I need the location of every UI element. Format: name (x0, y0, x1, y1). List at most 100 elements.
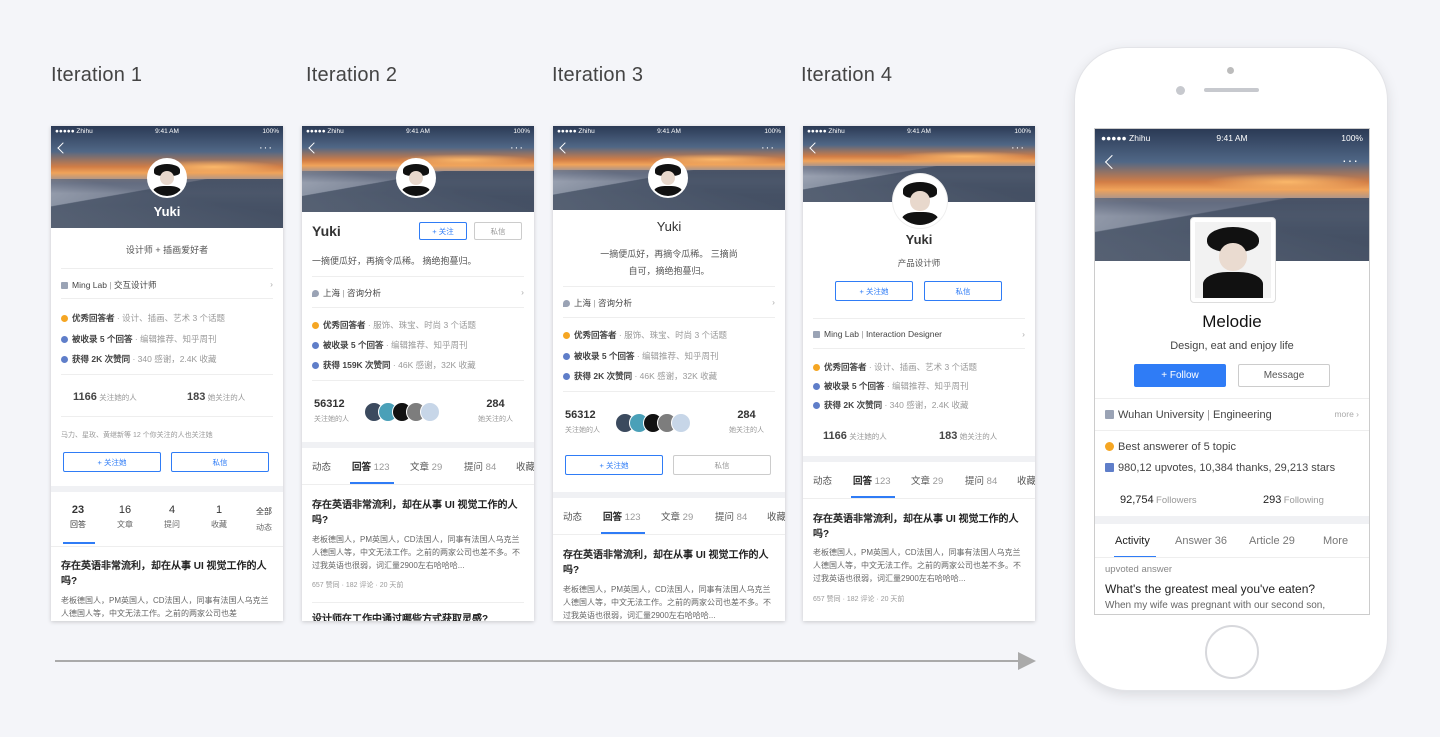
tab-questions[interactable]: 提问 84 (464, 459, 496, 473)
follower-avatars[interactable] (615, 413, 707, 433)
message-button[interactable]: 私信 (171, 452, 269, 472)
company-row[interactable]: Ming Lab | Interaction Designer › (813, 329, 1025, 339)
avatar[interactable] (396, 158, 436, 198)
answer-excerpt[interactable]: 老板德国人，PM英国人，CD法国人，同事有法国人乌克兰人德国人等，中文无法工作。… (563, 583, 775, 621)
badge-collected[interactable]: 被收录 5 个回答 · 编辑推荐、知乎周刊 (813, 380, 1025, 392)
feed-type-label: upvoted answer (1105, 564, 1173, 575)
tab-answers[interactable]: 回答 123 (853, 473, 891, 487)
tab-questions[interactable]: 提问 84 (965, 473, 997, 487)
avatar[interactable] (1190, 217, 1276, 303)
answer-excerpt[interactable]: 老板德国人，PM英国人，CD法国人，同事有法国人乌克兰人德国人等，中文无法工作。… (813, 546, 1025, 585)
badge-answerer[interactable]: 优秀回答者 · 服饰、珠宝、时尚 3 个话题 (563, 329, 775, 341)
stat-answers[interactable]: 23 回答 (61, 504, 95, 530)
tab-articles[interactable]: 文章 29 (911, 473, 943, 487)
answer-excerpt[interactable]: 老板德国人，PM英国人，CD法国人，同事有法国人乌克兰人德国人等，中文无法工作。… (312, 533, 524, 572)
following-count[interactable]: 183 她关注的人 (939, 430, 1029, 442)
tab-activity[interactable]: Activity (1115, 535, 1150, 547)
badge-upvotes[interactable]: 获得 2K 次赞同 · 340 感谢，2.4K 收藏 (813, 399, 1025, 411)
location-row[interactable]: 上海 | 咨询分析 › (563, 297, 775, 309)
tab-answers[interactable]: 回答 123 (603, 509, 641, 523)
message-button[interactable]: 私信 (673, 455, 771, 475)
message-button[interactable]: 私信 (924, 281, 1002, 301)
more-icon[interactable]: ··· (761, 143, 775, 154)
tab-answers[interactable]: 回答 123 (352, 459, 390, 473)
badge-answerer[interactable]: Best answerer of 5 topic (1105, 441, 1359, 453)
more-icon[interactable]: ··· (510, 143, 524, 154)
profile-tabs: 动态 回答 123 文章 29 提问 84 收藏 (553, 498, 785, 534)
followers-count[interactable]: 56312 关注她的人 (565, 409, 600, 435)
badge-upvotes[interactable]: 获得 2K 次赞同 · 46K 感谢，32K 收藏 (563, 370, 775, 382)
followers-count[interactable]: 1166 关注她的人 (823, 430, 913, 442)
stat-questions[interactable]: 4 提问 (155, 504, 189, 530)
stat-articles[interactable]: 16 文章 (108, 504, 142, 530)
avatar[interactable] (147, 158, 187, 198)
company-row[interactable]: Ming Lab | 交互设计师 › (61, 279, 273, 291)
tab-articles[interactable]: 文章 29 (410, 459, 442, 473)
tab-collections[interactable]: 收藏 (1017, 473, 1035, 487)
location-row[interactable]: 上海 | 咨询分析 › (312, 287, 524, 299)
more-icon[interactable]: ··· (1011, 143, 1025, 154)
profile-bio: 设计师 + 插画爱好者 (125, 245, 209, 255)
answer-meta: 657 赞同 · 182 评论 · 20 天前 (813, 596, 905, 603)
answer-title[interactable]: 存在英语非常流利，却在从事 UI 视觉工作的人吗? (312, 498, 524, 528)
badge-answerer[interactable]: 优秀回答者 · 服饰、珠宝、时尚 3 个话题 (312, 319, 524, 331)
followers-count[interactable]: 92,754 Followers (1120, 494, 1230, 506)
following-count[interactable]: 293 Following (1263, 494, 1363, 506)
more-icon[interactable]: ··· (259, 143, 273, 154)
status-bar: ●●●●● Zhihu 9:41 AM 100% (306, 128, 530, 135)
badge-collected[interactable]: 被收录 5 个回答 · 编辑推荐、知乎周刊 (312, 339, 524, 351)
tab-more[interactable]: More (1323, 535, 1348, 547)
arrow-head-icon (1018, 652, 1036, 670)
answer-title[interactable]: 存在英语非常流利，却在从事 UI 视觉工作的人吗? (61, 559, 273, 589)
badge-answerer[interactable]: 优秀回答者 · 设计、插画、艺术 3 个话题 (61, 312, 273, 324)
tab-article[interactable]: Article 29 (1249, 535, 1295, 547)
stat-collections[interactable]: 1 收藏 (202, 504, 236, 530)
badge-upvotes[interactable]: 980,12 upvotes, 10,384 thanks, 29,213 st… (1105, 462, 1359, 474)
follow-button[interactable]: + Follow (1134, 364, 1226, 387)
location-pin-icon (563, 300, 570, 307)
followers-count[interactable]: 56312 关注她的人 (314, 398, 349, 424)
following-count[interactable]: 183 她关注的人 (187, 391, 277, 403)
iteration-1-title: Iteration 1 (51, 64, 143, 86)
badge-collected[interactable]: 被收录 5 个回答 · 编辑推荐、知乎周刊 (61, 333, 273, 345)
followers-count[interactable]: 1166 关注她的人 (73, 391, 163, 403)
status-bar: ●●●●● Zhihu 9:41 AM 100% (1101, 133, 1363, 143)
avatar[interactable] (648, 158, 688, 198)
home-button[interactable] (1205, 625, 1259, 679)
tab-questions[interactable]: 提问 84 (715, 509, 747, 523)
following-count[interactable]: 284 她关注的人 (729, 409, 764, 435)
follower-avatars[interactable] (364, 402, 456, 422)
badge-upvotes[interactable]: 获得 159K 次赞同 · 46K 感谢，32K 收藏 (312, 359, 524, 371)
stat-all-activity[interactable]: 全部 动态 (247, 506, 281, 533)
follow-button[interactable]: + 关注她 (63, 452, 161, 472)
follow-button[interactable]: + 关注她 (565, 455, 663, 475)
star-icon (61, 336, 68, 343)
feed-excerpt[interactable]: When my wife was pregnant with our secon… (1105, 600, 1359, 611)
tab-activity[interactable]: 动态 (813, 473, 832, 487)
following-count[interactable]: 284 她关注的人 (478, 398, 513, 424)
follow-button[interactable]: + 关注她 (835, 281, 913, 301)
answer-title[interactable]: 存在英语非常流利，却在从事 UI 视觉工作的人吗? (563, 548, 775, 578)
tab-answer[interactable]: Answer 36 (1175, 535, 1227, 547)
answer-title-2[interactable]: 设计师在工作中通过哪些方式获取灵感? (312, 612, 524, 621)
tab-collections[interactable]: 收藏 (516, 459, 534, 473)
tab-activity[interactable]: 动态 (312, 459, 331, 473)
education-row[interactable]: Wuhan University | Engineering more › (1105, 409, 1359, 421)
badge-collected[interactable]: 被收录 5 个回答 · 编辑推荐、知乎周刊 (563, 350, 775, 362)
tab-articles[interactable]: 文章 29 (661, 509, 693, 523)
answer-excerpt[interactable]: 老板德国人，PM英国人，CD法国人，同事有法国人乌克兰人德国人等，中文无法工作。… (61, 594, 273, 620)
tab-collections[interactable]: 收藏 (767, 509, 785, 523)
follow-button[interactable]: + 关注 (419, 222, 467, 240)
tab-activity[interactable]: 动态 (563, 509, 582, 523)
avatar[interactable] (893, 174, 947, 228)
feed-title[interactable]: What's the greatest meal you've eaten? (1105, 582, 1359, 596)
badge-upvotes[interactable]: 获得 2K 次赞同 · 340 感谢，2.4K 收藏 (61, 353, 273, 365)
more-icon[interactable]: ··· (1342, 153, 1359, 167)
medal-icon (1105, 442, 1114, 451)
profile-bio: 产品设计师 (897, 258, 941, 268)
message-button[interactable]: Message (1238, 364, 1330, 387)
message-button[interactable]: 私信 (474, 222, 522, 240)
badge-answerer[interactable]: 优秀回答者 · 设计、插画、艺术 3 个话题 (813, 361, 1025, 373)
briefcase-icon (813, 331, 820, 338)
answer-title[interactable]: 存在英语非常流利，却在从事 UI 视觉工作的人吗? (813, 512, 1025, 542)
